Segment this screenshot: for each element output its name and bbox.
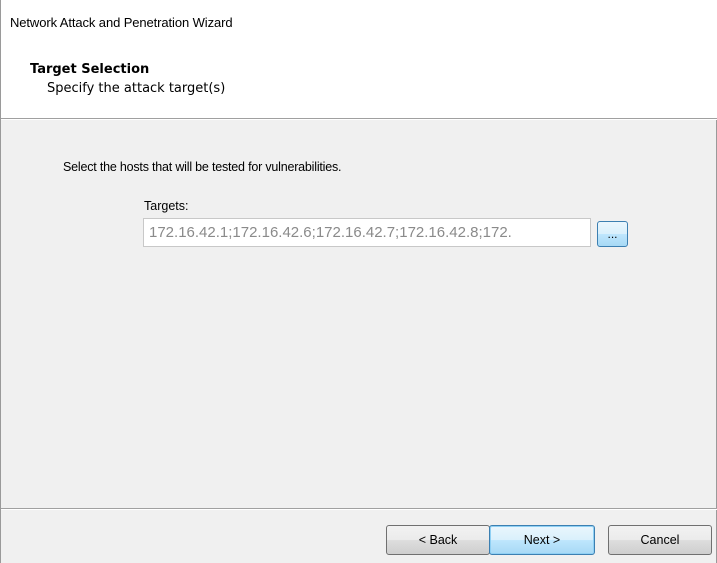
wizard-window: Network Attack and Penetration Wizard Ta… xyxy=(0,0,717,563)
targets-label: Targets: xyxy=(144,199,189,213)
browse-targets-button[interactable]: ... xyxy=(597,221,628,247)
cancel-button[interactable]: Cancel xyxy=(608,525,712,555)
instruction-text: Select the hosts that will be tested for… xyxy=(63,160,342,174)
back-button[interactable]: < Back xyxy=(386,525,490,555)
next-button[interactable]: Next > xyxy=(489,525,595,555)
title-bar[interactable]: Network Attack and Penetration Wizard xyxy=(1,0,717,40)
wizard-header: Target Selection Specify the attack targ… xyxy=(1,40,717,119)
page-title: Target Selection xyxy=(30,62,150,77)
page-subtitle: Specify the attack target(s) xyxy=(47,81,226,96)
header-divider xyxy=(1,119,717,120)
targets-input[interactable] xyxy=(143,218,591,247)
window-title: Network Attack and Penetration Wizard xyxy=(10,15,233,30)
footer-divider-highlight xyxy=(1,509,717,510)
